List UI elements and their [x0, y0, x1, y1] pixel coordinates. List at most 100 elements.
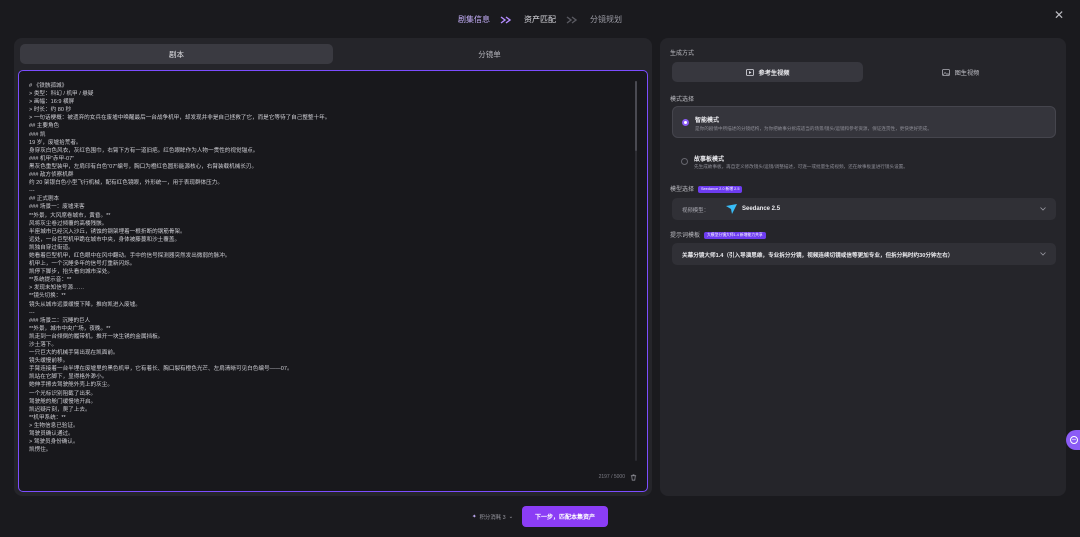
film-icon: [745, 68, 754, 76]
script-tabs: 剧本 分镜单: [20, 44, 646, 64]
script-line: 一只巨大的机械手臂出现在凯面前。: [29, 350, 119, 357]
mode-desc: 是你的剧情中所描述的分镜结构，为你把故事分拆成适当的场景/镜头/运镜和参考资源，…: [695, 126, 932, 131]
mode-smart[interactable]: 智能模式 是你的剧情中所描述的分镜结构，为你把故事分拆成适当的场景/镜头/运镜和…: [672, 106, 1056, 138]
script-line: ---: [29, 309, 35, 316]
step-episode-info[interactable]: 剧集信息: [458, 14, 490, 25]
script-line: ### 机甲“赤甲-07”: [29, 155, 75, 162]
char-count: 2197 / 5000: [598, 474, 625, 480]
script-line: ### 场景一：废墟来客: [29, 204, 85, 211]
gen-method-toggle: 参考生视频 图生视频: [672, 62, 1056, 82]
scrollbar[interactable]: [635, 81, 637, 461]
mode-storyboard[interactable]: 故事板模式 先生成故事板，再自定义修改镜头/运镜/调整描述，可逐一或批量生成视频…: [672, 146, 1056, 176]
step-storyboard-plan[interactable]: 分镜规划: [590, 14, 622, 25]
script-line: 凯走到一台倾倒的履带机，推开一块生锈的金属挡板。: [29, 333, 164, 340]
script-line: 约 20 架银白色小型飞行机械，配有红色镜眼，外形统一，用于表现群体压力。: [29, 180, 223, 187]
script-line: > 时长：约 80 秒: [29, 107, 72, 114]
script-line: ---: [29, 188, 35, 195]
arrow-right-icon: [566, 15, 578, 24]
script-line: 镜头从城市远景缓慢下降，推向凯进入废墟。: [29, 301, 141, 308]
prompt-value: 关幕分镜大师1.4（引入导演思维，专业拆分分镜，视频连续切镜或信等更加专业，但拆…: [682, 253, 954, 259]
script-line: 沙土落下。: [29, 342, 57, 348]
mode-title: 故事板模式: [694, 157, 725, 163]
script-line: > 一句话梗概：被遗弃的女兵在废墟中唤醒最后一台战争机甲，却发现并非是自己拯救了…: [29, 115, 331, 122]
script-line: 身穿灰白色风衣，灰红色围巾，右臂下方有一道旧疤。红色眼眸作为人物一贯性的视觉锚点…: [29, 147, 259, 154]
assistant-fab[interactable]: [1066, 430, 1080, 450]
points-cost[interactable]: ✦ 积分消耗 3 ⌄: [472, 513, 513, 521]
script-line: 黑灰色重型装甲，左肩印有白色“07”编号，胸口为橙红色圆形能源核心，右臂装载机械…: [29, 163, 258, 170]
image-icon: [941, 68, 950, 76]
script-line: 手臂连接着一台半埋在废墟里的黑色机甲，它有着长、胸口裂有橙色光芒、左肩清晰可见白…: [29, 366, 293, 373]
script-line: 凯迟疑片刻，爬了上去。: [29, 406, 91, 413]
script-line: > 驾驶员身份确认。: [29, 439, 79, 446]
close-icon[interactable]: ✕: [1052, 8, 1066, 22]
script-line: **系统提示音：**: [29, 277, 72, 284]
script-line: 镜头缓慢前移。: [29, 358, 69, 365]
script-line: ## 主要角色: [29, 123, 60, 130]
model-badge: Seedance 2.0 新增 2.5: [698, 185, 743, 193]
stepper: 剧集信息 资产匹配 分镜规划: [0, 14, 1080, 25]
model-select[interactable]: 视频模型： Seedance 2.5: [672, 198, 1056, 220]
script-line: **外景，大风席卷城市，黄昏。**: [29, 212, 111, 219]
sparkle-icon: ✦: [472, 514, 477, 520]
tab-script[interactable]: 剧本: [20, 44, 333, 64]
gen-option-image-video[interactable]: 图生视频: [865, 62, 1056, 82]
chevron-down-icon: [1040, 252, 1046, 256]
script-line: ### 凯: [29, 131, 46, 138]
gen-option-reference-video[interactable]: 参考生视频: [672, 62, 863, 82]
script-line: ### 敌方侦察机群: [29, 172, 74, 179]
script-line: 驾驶员确认通过。: [29, 431, 74, 438]
model-value: Seedance 2.5: [742, 206, 781, 212]
script-line: **镜头切换：**: [29, 293, 66, 300]
mode-label: 模式选择: [670, 97, 695, 103]
script-line: > 发现未知信号源……: [29, 285, 85, 292]
script-line: ## 正式剧本: [29, 196, 60, 203]
tab-storyboard[interactable]: 分镜单: [333, 44, 646, 64]
next-step-button[interactable]: 下一步，匹配本集资产: [522, 506, 608, 527]
prompt-label-text: 提示词模板: [670, 233, 701, 239]
chevron-down-icon: ⌄: [508, 514, 514, 520]
scrollbar-thumb[interactable]: [635, 81, 637, 151]
assistant-icon: [1070, 436, 1078, 444]
script-line: 凯站在它脚下，显得格外渺小。: [29, 374, 108, 381]
model-label-text: 模型选择: [670, 187, 695, 193]
prompt-template-label: 提示词模板 大模型分镜大师1.4 新增能力共享: [670, 230, 766, 239]
script-line: 一个光标识别阻截了出来。: [29, 390, 97, 397]
prompt-badge: 大模型分镜大师1.4 新增能力共享: [704, 231, 766, 239]
model-label: 模型选择 Seedance 2.0 新增 2.5: [670, 184, 743, 193]
settings-panel: 生成方式 参考生视频 图生视频 模式选择 智能模式 是你的剧情中所描述的分镜结构…: [660, 38, 1066, 496]
gen-option-label: 图生视频: [954, 69, 980, 77]
prompt-template-select[interactable]: 关幕分镜大师1.4（引入导演思维，专业拆分分镜，视频连续切镜或信等更加专业，但拆…: [672, 243, 1056, 265]
script-line: 她伸手擦去驾驶舱外壳上的灰尘。: [29, 382, 113, 389]
points-text: 积分消耗 3: [479, 515, 506, 521]
gen-option-label: 参考生视频: [758, 69, 790, 77]
script-line: 驾驶舱的舱门缓慢地开启。: [29, 398, 97, 405]
script-line: 风将灰尘卷过倾覆的高楼残骸。: [29, 220, 108, 227]
script-line: 机甲上，一个沉睡多年的信号灯重新闪烁。: [29, 261, 136, 268]
script-line: > 画幅：16:9 横屏: [29, 99, 75, 106]
mode-desc: 先生成故事板，再自定义修改镜头/运镜/调整描述，可逐一或批量生成视频，还在故事板…: [694, 164, 908, 169]
model-field-label: 视频模型：: [682, 208, 709, 214]
script-panel: 剧本 分镜单 # 《铁骸孤城》 > 类型：科幻 / 机甲 / 悬疑 > 画幅：16:…: [14, 38, 652, 496]
script-line: 凯愣住。: [29, 447, 52, 454]
chevron-down-icon: [1040, 207, 1046, 211]
script-line: 凯独自穿过街道。: [29, 244, 74, 251]
script-text[interactable]: # 《铁骸孤城》 > 类型：科幻 / 机甲 / 悬疑 > 画幅：16:9 横屏 > 时…: [29, 82, 629, 480]
trash-icon[interactable]: [630, 474, 637, 481]
script-line: 凯停下脚步，抬头看向城市深处。: [29, 269, 113, 276]
mode-title: 智能模式: [695, 118, 720, 124]
script-line: # 《铁骸孤城》: [29, 83, 68, 89]
footer: ✦ 积分消耗 3 ⌄ 下一步，匹配本集资产: [0, 506, 1080, 528]
script-line: 远处，一台巨型机甲跪在城市中央，身体被藤蔓和沙土覆盖。: [29, 236, 181, 243]
seedance-logo-icon: [726, 204, 737, 214]
gen-method-label: 生成方式: [670, 51, 695, 57]
radio-icon: [682, 119, 689, 126]
script-line: > 类型：科幻 / 机甲 / 悬疑: [29, 91, 94, 98]
step-asset-match[interactable]: 资产匹配: [524, 14, 556, 25]
script-editor[interactable]: # 《铁骸孤城》 > 类型：科幻 / 机甲 / 悬疑 > 画幅：16:9 横屏 > 时…: [18, 70, 648, 492]
script-line: 19 岁，废墟拾荒者。: [29, 139, 82, 146]
script-line: > 生物信息已验证。: [29, 422, 79, 429]
script-line: ### 场景二：沉睡的巨人: [29, 317, 91, 324]
script-line: **外景，城市中央广场，夜晚。**: [29, 325, 111, 332]
script-line: **机甲系统：**: [29, 414, 66, 421]
arrow-right-icon: [500, 15, 512, 24]
